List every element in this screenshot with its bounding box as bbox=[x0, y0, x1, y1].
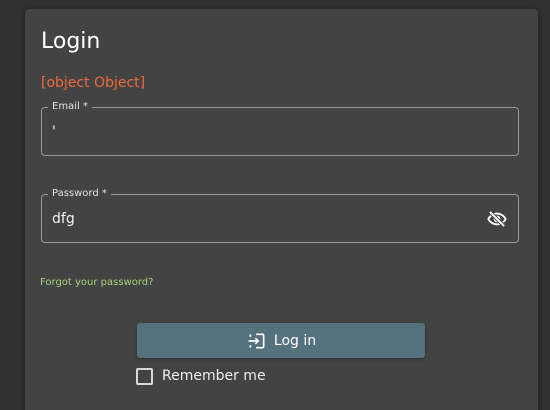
password-input[interactable] bbox=[52, 205, 472, 232]
email-label: Email * bbox=[48, 100, 92, 114]
login-button-label: Log in bbox=[273, 332, 317, 349]
remember-me[interactable]: Remember me bbox=[136, 366, 266, 386]
page-title: Login bbox=[41, 29, 101, 54]
password-field[interactable]: Password * bbox=[41, 187, 519, 243]
page: Login [object Object] Email * Password *… bbox=[0, 0, 550, 410]
email-field[interactable]: Email * bbox=[41, 100, 519, 156]
email-input[interactable] bbox=[52, 118, 472, 145]
login-icon bbox=[246, 330, 268, 352]
remember-me-checkbox[interactable] bbox=[136, 367, 153, 385]
remember-me-label: Remember me bbox=[162, 368, 266, 384]
login-button[interactable]: Log in bbox=[137, 323, 425, 358]
password-label: Password * bbox=[48, 187, 111, 201]
error-message: [object Object] bbox=[41, 75, 146, 91]
login-card: Login [object Object] Email * Password *… bbox=[25, 9, 538, 410]
eye-off-icon[interactable] bbox=[486, 208, 508, 230]
forgot-password-link[interactable]: Forgot your password? bbox=[40, 276, 153, 290]
